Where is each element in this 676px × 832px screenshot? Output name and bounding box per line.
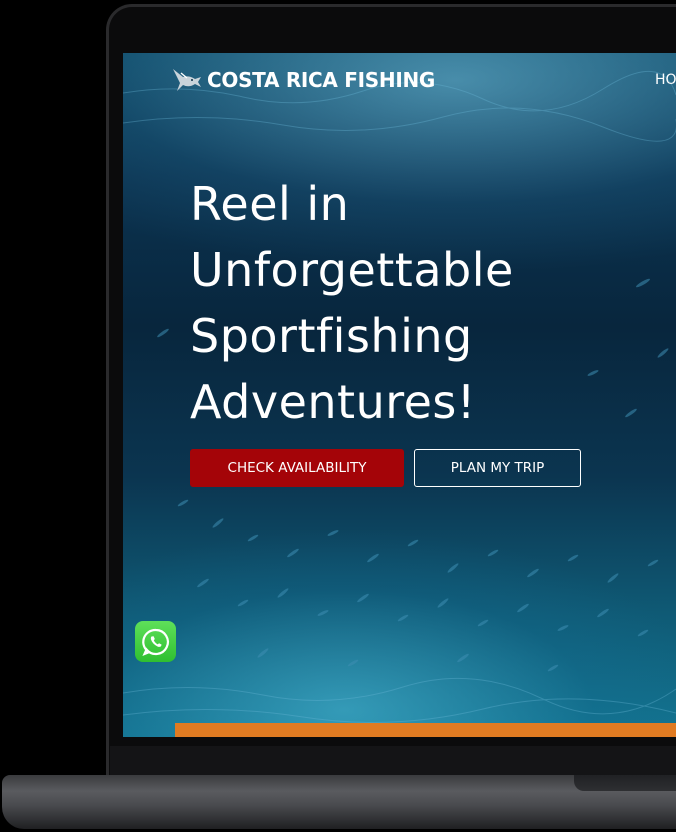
whatsapp-chat-button[interactable] bbox=[135, 621, 176, 662]
hero-cta-group: CHECK AVAILABILITY PLAN MY TRIP bbox=[190, 449, 581, 487]
marlin-fish-icon bbox=[173, 69, 201, 91]
plan-my-trip-button[interactable]: PLAN MY TRIP bbox=[414, 449, 581, 487]
whatsapp-icon bbox=[141, 628, 169, 656]
check-availability-button[interactable]: CHECK AVAILABILITY bbox=[190, 449, 404, 487]
laptop-base-notch bbox=[574, 775, 676, 791]
nav-home-link[interactable]: HO bbox=[655, 72, 676, 88]
hero-title: Reel in Unforgettable Sportfishing Adven… bbox=[190, 177, 514, 429]
site-brand[interactable]: COSTA RICA FISHING bbox=[171, 65, 435, 95]
laptop-hinge bbox=[110, 746, 676, 776]
brand-name: COSTA RICA FISHING bbox=[207, 68, 436, 92]
accent-bar bbox=[175, 723, 676, 737]
laptop-screen: COSTA RICA FISHING HO Reel in Unforgetta… bbox=[123, 53, 676, 737]
device-mockup: COSTA RICA FISHING HO Reel in Unforgetta… bbox=[0, 0, 676, 832]
